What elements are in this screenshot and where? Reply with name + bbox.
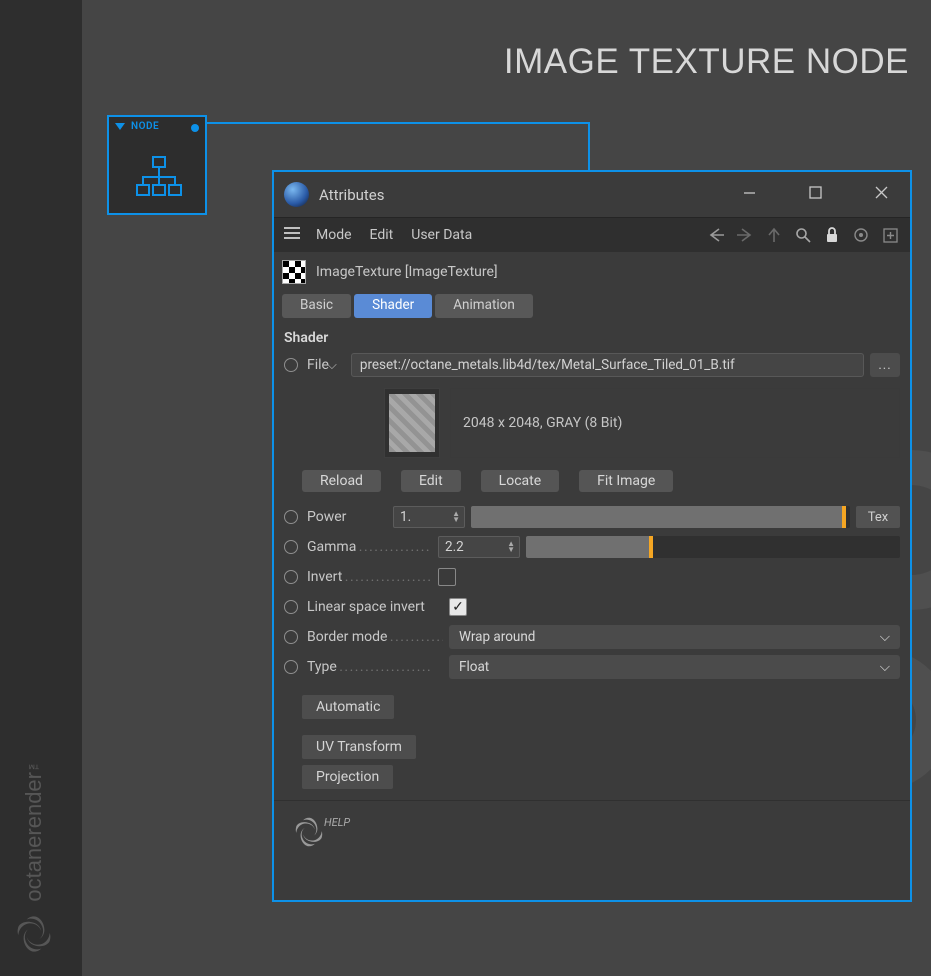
menu-edit[interactable]: Edit bbox=[370, 227, 394, 243]
menu-mode[interactable]: Mode bbox=[316, 227, 352, 243]
power-port-radio[interactable] bbox=[284, 510, 298, 524]
bordermode-select[interactable]: Wrap around⌵ bbox=[449, 625, 900, 649]
projection-button[interactable]: Projection bbox=[302, 765, 393, 789]
texture-info: 2048 x 2048, GRAY (8 Bit) bbox=[450, 388, 900, 458]
bordermode-label: Border mode bbox=[307, 629, 443, 645]
type-port-radio[interactable] bbox=[284, 660, 298, 674]
file-browse-button[interactable]: ... bbox=[870, 353, 900, 377]
section-heading: Shader bbox=[274, 322, 910, 350]
panel-title: Attributes bbox=[319, 186, 385, 204]
search-icon[interactable] bbox=[793, 225, 813, 245]
brand-name: octanerender™ bbox=[21, 758, 47, 902]
lock-icon[interactable] bbox=[822, 225, 842, 245]
menu-hamburger-icon[interactable] bbox=[284, 224, 304, 246]
edit-button[interactable]: Edit bbox=[401, 470, 461, 492]
chevron-down-icon[interactable]: ⌵ bbox=[327, 358, 337, 373]
type-label: Type bbox=[307, 659, 443, 675]
texture-thumbnail[interactable] bbox=[384, 388, 440, 458]
connector-line bbox=[588, 122, 590, 172]
file-label: File bbox=[307, 357, 345, 373]
tab-shader[interactable]: Shader bbox=[354, 294, 432, 318]
target-icon[interactable] bbox=[851, 225, 871, 245]
gamma-spinner[interactable]: 2.2▲▼ bbox=[438, 536, 520, 558]
invert-port-radio[interactable] bbox=[284, 570, 298, 584]
add-icon[interactable] bbox=[880, 225, 900, 245]
nav-back-icon[interactable] bbox=[706, 225, 726, 245]
node-tree-icon bbox=[135, 155, 183, 197]
power-spinner[interactable]: 1.▲▼ bbox=[393, 506, 465, 528]
attributes-panel: Attributes Mode Edit User Data ImageText… bbox=[272, 170, 912, 902]
gamma-port-radio[interactable] bbox=[284, 540, 298, 554]
fit-image-button[interactable]: Fit Image bbox=[579, 470, 673, 492]
linear-checkbox[interactable]: ✓ bbox=[449, 598, 467, 616]
panel-titlebar: Attributes bbox=[274, 172, 910, 217]
power-tex-button[interactable]: Tex bbox=[856, 506, 900, 528]
texture-checker-icon bbox=[282, 260, 306, 284]
menu-bar: Mode Edit User Data bbox=[274, 217, 910, 252]
invert-label: Invert bbox=[307, 569, 432, 585]
linear-label: Linear space invert bbox=[307, 599, 443, 615]
gamma-label: Gamma bbox=[307, 539, 432, 555]
window-maximize-button[interactable] bbox=[796, 186, 834, 203]
window-minimize-button[interactable] bbox=[730, 186, 768, 203]
gamma-slider[interactable] bbox=[526, 536, 900, 558]
node-status-dot bbox=[191, 124, 199, 132]
node-collapse-icon bbox=[115, 123, 125, 130]
linear-port-radio[interactable] bbox=[284, 600, 298, 614]
tab-basic[interactable]: Basic bbox=[282, 294, 351, 318]
power-slider[interactable] bbox=[471, 506, 850, 528]
bordermode-port-radio[interactable] bbox=[284, 630, 298, 644]
app-icon bbox=[284, 182, 309, 207]
help-label: HELP bbox=[324, 816, 350, 829]
node-type-label: ImageTexture [ImageTexture] bbox=[316, 264, 498, 280]
menu-user-data[interactable]: User Data bbox=[411, 227, 472, 243]
brand-logo-icon bbox=[8, 908, 60, 960]
invert-checkbox[interactable] bbox=[438, 568, 456, 586]
window-close-button[interactable] bbox=[862, 186, 900, 203]
chevron-down-icon: ⌵ bbox=[880, 629, 890, 645]
reload-button[interactable]: Reload bbox=[302, 470, 381, 492]
locate-button[interactable]: Locate bbox=[481, 470, 559, 492]
automatic-button[interactable]: Automatic bbox=[302, 695, 394, 719]
node-label: NODE bbox=[131, 121, 159, 132]
tab-animation[interactable]: Animation bbox=[435, 294, 533, 318]
node-diagram-box: NODE bbox=[107, 115, 207, 215]
uv-transform-button[interactable]: UV Transform bbox=[302, 735, 416, 759]
chevron-down-icon: ⌵ bbox=[880, 659, 890, 675]
page-title: IMAGE TEXTURE NODE bbox=[504, 42, 909, 82]
connector-line bbox=[207, 122, 589, 124]
nav-up-icon[interactable] bbox=[764, 225, 784, 245]
file-port-radio[interactable] bbox=[284, 358, 298, 372]
file-path-field[interactable]: preset://octane_metals.lib4d/tex/Metal_S… bbox=[351, 353, 864, 377]
power-label: Power bbox=[307, 509, 387, 525]
type-select[interactable]: Float⌵ bbox=[449, 655, 900, 679]
nav-forward-icon[interactable] bbox=[735, 225, 755, 245]
